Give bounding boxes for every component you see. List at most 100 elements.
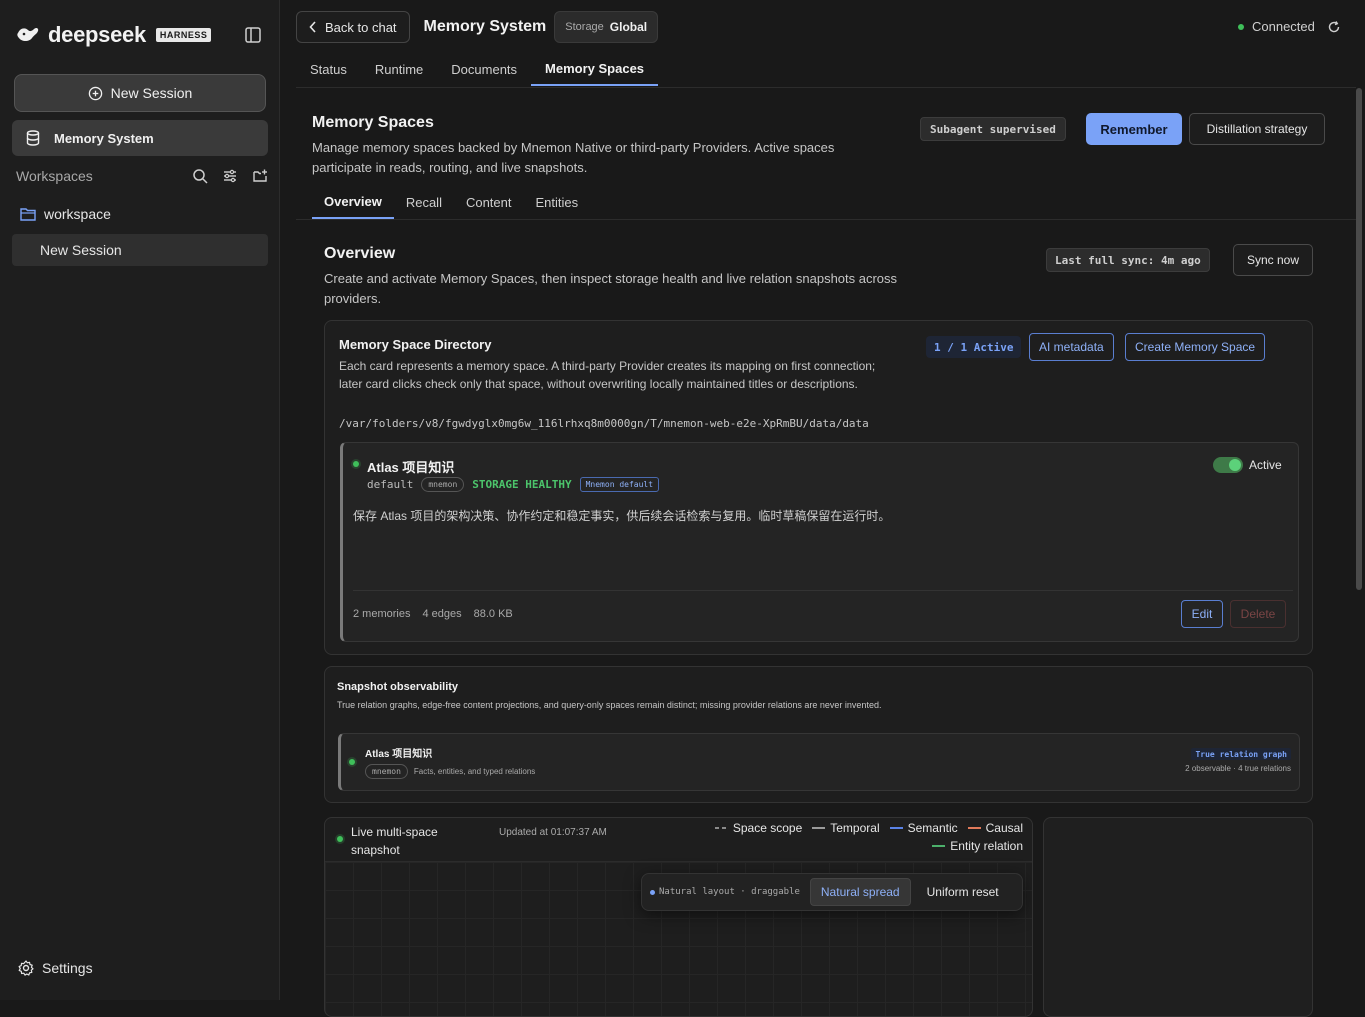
subagent-chip: Subagent supervised xyxy=(920,117,1066,141)
uniform-reset-button[interactable]: Uniform reset xyxy=(921,878,1005,906)
status-dot-icon xyxy=(1238,23,1244,30)
search-icon[interactable] xyxy=(192,168,208,184)
back-to-chat-button[interactable]: Back to chat xyxy=(296,11,410,43)
legend-label: Temporal xyxy=(830,821,880,835)
active-label: Active xyxy=(1249,458,1282,472)
settings-label: Settings xyxy=(42,960,93,976)
legend-label: Entity relation xyxy=(950,839,1023,853)
edit-button[interactable]: Edit xyxy=(1181,600,1223,628)
plus-circle-icon xyxy=(88,86,102,100)
remember-button[interactable]: Remember xyxy=(1086,113,1182,145)
live-snapshot-panel: Live multi-space snapshot Updated at 01:… xyxy=(324,817,1033,1017)
brand[interactable]: deepseek HARNESS xyxy=(16,22,212,48)
status-dot-icon xyxy=(349,759,355,765)
provider-chip: mnemon xyxy=(421,477,465,492)
space-name: Atlas 项目知识 xyxy=(367,460,455,475)
connection-label: Connected xyxy=(1252,19,1315,34)
layout-dot-icon xyxy=(650,889,655,895)
tab-status[interactable]: Status xyxy=(296,52,361,86)
page-title: Memory System xyxy=(423,18,547,35)
brand-name: deepseek xyxy=(48,22,146,47)
provider-chip: mnemon xyxy=(365,764,408,779)
main-tabs: Status Runtime Documents Memory Spaces xyxy=(296,52,1356,88)
health-status: STORAGE HEALTHY xyxy=(472,478,572,491)
space-id: default xyxy=(367,478,414,491)
filter-sliders-icon[interactable] xyxy=(222,168,238,184)
live-snapshot-title: Live multi-space snapshot xyxy=(351,825,438,857)
distillation-strategy-button[interactable]: Distillation strategy xyxy=(1189,113,1325,145)
relation-graph-chip: True relation graph xyxy=(1191,748,1291,760)
overview-title: Overview xyxy=(324,245,396,262)
section-description: Manage memory spaces backed by Mnemon Na… xyxy=(312,140,835,175)
status-dot-icon xyxy=(337,836,343,842)
snapshot-item-name: Atlas 项目知识 xyxy=(365,749,433,760)
tab-recall[interactable]: Recall xyxy=(394,186,454,219)
sidebar-item-memory-system[interactable]: Memory System xyxy=(12,120,268,156)
directory-title: Memory Space Directory xyxy=(339,337,492,352)
legend-line-icon xyxy=(932,845,946,847)
status-dot-icon xyxy=(353,461,359,467)
directory-path: /var/folders/v8/fgwdyglx0mg6w_116lrhxq8m… xyxy=(339,417,869,430)
legend-line-icon xyxy=(889,827,903,829)
last-sync-chip: Last full sync: 4m ago xyxy=(1046,248,1210,272)
scrollbar[interactable] xyxy=(1356,88,1362,590)
tab-runtime[interactable]: Runtime xyxy=(361,52,437,86)
updated-time: Updated at 01:07:37 AM xyxy=(499,827,607,838)
active-toggle[interactable] xyxy=(1213,457,1243,473)
snapshot-item-desc: Facts, entities, and typed relations xyxy=(413,767,536,776)
layout-controls: Natural layout · draggable Natural sprea… xyxy=(641,873,1023,911)
memory-space-card[interactable]: Atlas 项目知识 default mnemon STORAGE HEALTH… xyxy=(340,442,1299,642)
tab-documents[interactable]: Documents xyxy=(437,52,531,86)
snapshot-item[interactable]: Atlas 项目知识 mnemon Facts, entities, and t… xyxy=(338,733,1300,791)
refresh-icon[interactable] xyxy=(1327,20,1341,34)
space-meta: default mnemon STORAGE HEALTHY Mnemon de… xyxy=(367,477,660,492)
whale-logo-icon xyxy=(17,27,39,41)
tab-content[interactable]: Content xyxy=(454,186,524,219)
legend-label: Space scope xyxy=(732,821,803,835)
section-title: Memory Spaces xyxy=(312,114,434,131)
divider xyxy=(353,590,1293,591)
legend-item: Entity relation xyxy=(932,839,1023,853)
memory-space-directory: Memory Space Directory Each card represe… xyxy=(324,320,1313,655)
natural-spread-button[interactable]: Natural spread xyxy=(809,878,911,906)
live-snapshot-header: Live multi-space snapshot Updated at 01:… xyxy=(325,818,1032,862)
edges-count: 4 edges xyxy=(422,608,462,620)
workspaces-header: Workspaces xyxy=(16,166,268,186)
sync-now-button[interactable]: Sync now xyxy=(1233,244,1313,276)
storage-value: Global xyxy=(609,20,648,34)
session-item[interactable]: New Session xyxy=(12,234,268,266)
workspace-folder[interactable]: workspace xyxy=(20,206,111,222)
tab-entities[interactable]: Entities xyxy=(524,186,591,219)
delete-button[interactable]: Delete xyxy=(1230,600,1286,628)
storage-chip[interactable]: Storage Global xyxy=(554,11,659,43)
sidebar-item-label: Memory System xyxy=(54,130,154,146)
sidebar: deepseek HARNESS New Session Memory Syst… xyxy=(0,0,280,1000)
ai-metadata-button[interactable]: AI metadata xyxy=(1029,333,1114,361)
relation-stats: 2 observable · 4 true relations xyxy=(1185,764,1291,773)
storage-size: 88.0 KB xyxy=(473,608,513,620)
database-icon xyxy=(26,130,40,146)
storage-label: Storage xyxy=(565,21,604,33)
legend-item: Temporal xyxy=(812,821,880,835)
toggle-knob xyxy=(1229,459,1241,471)
new-session-label: New Session xyxy=(110,85,193,101)
create-memory-space-button[interactable]: Create Memory Space xyxy=(1125,333,1266,361)
settings-button[interactable]: Settings xyxy=(18,960,93,976)
workspace-name: workspace xyxy=(44,206,111,222)
new-session-button[interactable]: New Session xyxy=(14,74,266,112)
sidebar-toggle-icon[interactable] xyxy=(244,26,262,44)
sub-tabs: Overview Recall Content Entities xyxy=(296,186,1356,220)
layout-label-text: Natural layout · draggable xyxy=(659,887,800,897)
default-chip: Mnemon default xyxy=(579,477,660,492)
directory-description: Each card represents a memory space. A t… xyxy=(339,359,876,391)
tab-overview[interactable]: Overview xyxy=(312,186,394,219)
new-folder-icon[interactable] xyxy=(252,168,268,184)
snapshot-title: Snapshot observability xyxy=(337,681,459,693)
chevron-left-icon xyxy=(309,21,316,33)
layout-label: Natural layout · draggable xyxy=(650,887,800,897)
tab-memory-spaces[interactable]: Memory Spaces xyxy=(531,52,659,86)
snapshot-detail-panel xyxy=(1043,817,1313,1017)
overview-description: Create and activate Memory Spaces, then … xyxy=(324,271,898,306)
legend-label: Semantic xyxy=(907,821,958,835)
snapshot-item-meta: mnemon Facts, entities, and typed relati… xyxy=(365,764,535,779)
